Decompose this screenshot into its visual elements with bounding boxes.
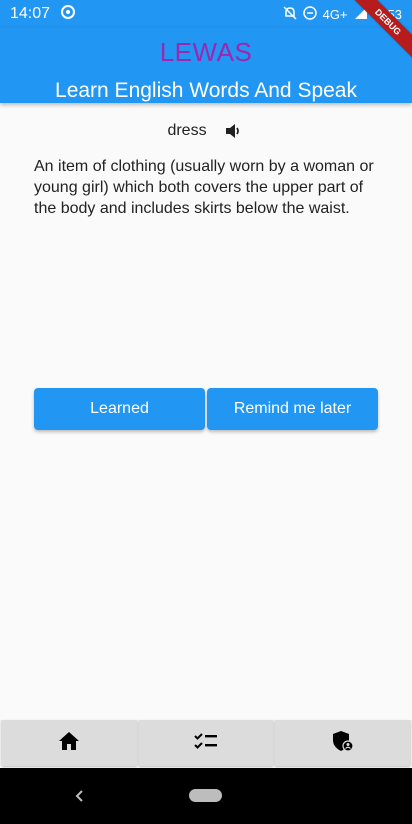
status-bar: 14:07 4G+ 53: [0, 0, 412, 28]
home-icon: [58, 731, 80, 756]
back-chevron-icon[interactable]: [72, 786, 88, 806]
remind-later-button[interactable]: Remind me later: [207, 388, 378, 430]
home-pill[interactable]: [189, 789, 222, 802]
do-not-disturb-icon: [302, 5, 317, 23]
nav-item-checklist[interactable]: [138, 720, 274, 766]
word-row: dress: [0, 118, 412, 144]
volume-icon[interactable]: [223, 120, 245, 142]
checklist-icon: [194, 732, 218, 755]
nav-item-home[interactable]: [2, 720, 137, 766]
learned-button[interactable]: Learned: [34, 388, 205, 430]
word-definition: An item of clothing (usually worn by a w…: [34, 158, 374, 217]
status-time: 14:07: [10, 5, 51, 22]
system-nav-bar: [0, 768, 412, 824]
app-bar: LEWAS Learn English Words And Speak: [0, 28, 412, 103]
word-text: dress: [167, 122, 207, 139]
data-saver-icon: [60, 4, 76, 24]
network-label: 4G+: [322, 6, 348, 22]
shield-account-icon: [332, 730, 354, 757]
notifications-off-icon: [283, 5, 297, 23]
app-title: LEWAS: [159, 37, 253, 67]
nav-item-account[interactable]: [275, 720, 411, 766]
action-buttons: Learned Remind me later: [34, 388, 378, 430]
app-subtitle: Learn English Words And Speak: [55, 79, 357, 102]
bottom-nav: [0, 720, 412, 766]
